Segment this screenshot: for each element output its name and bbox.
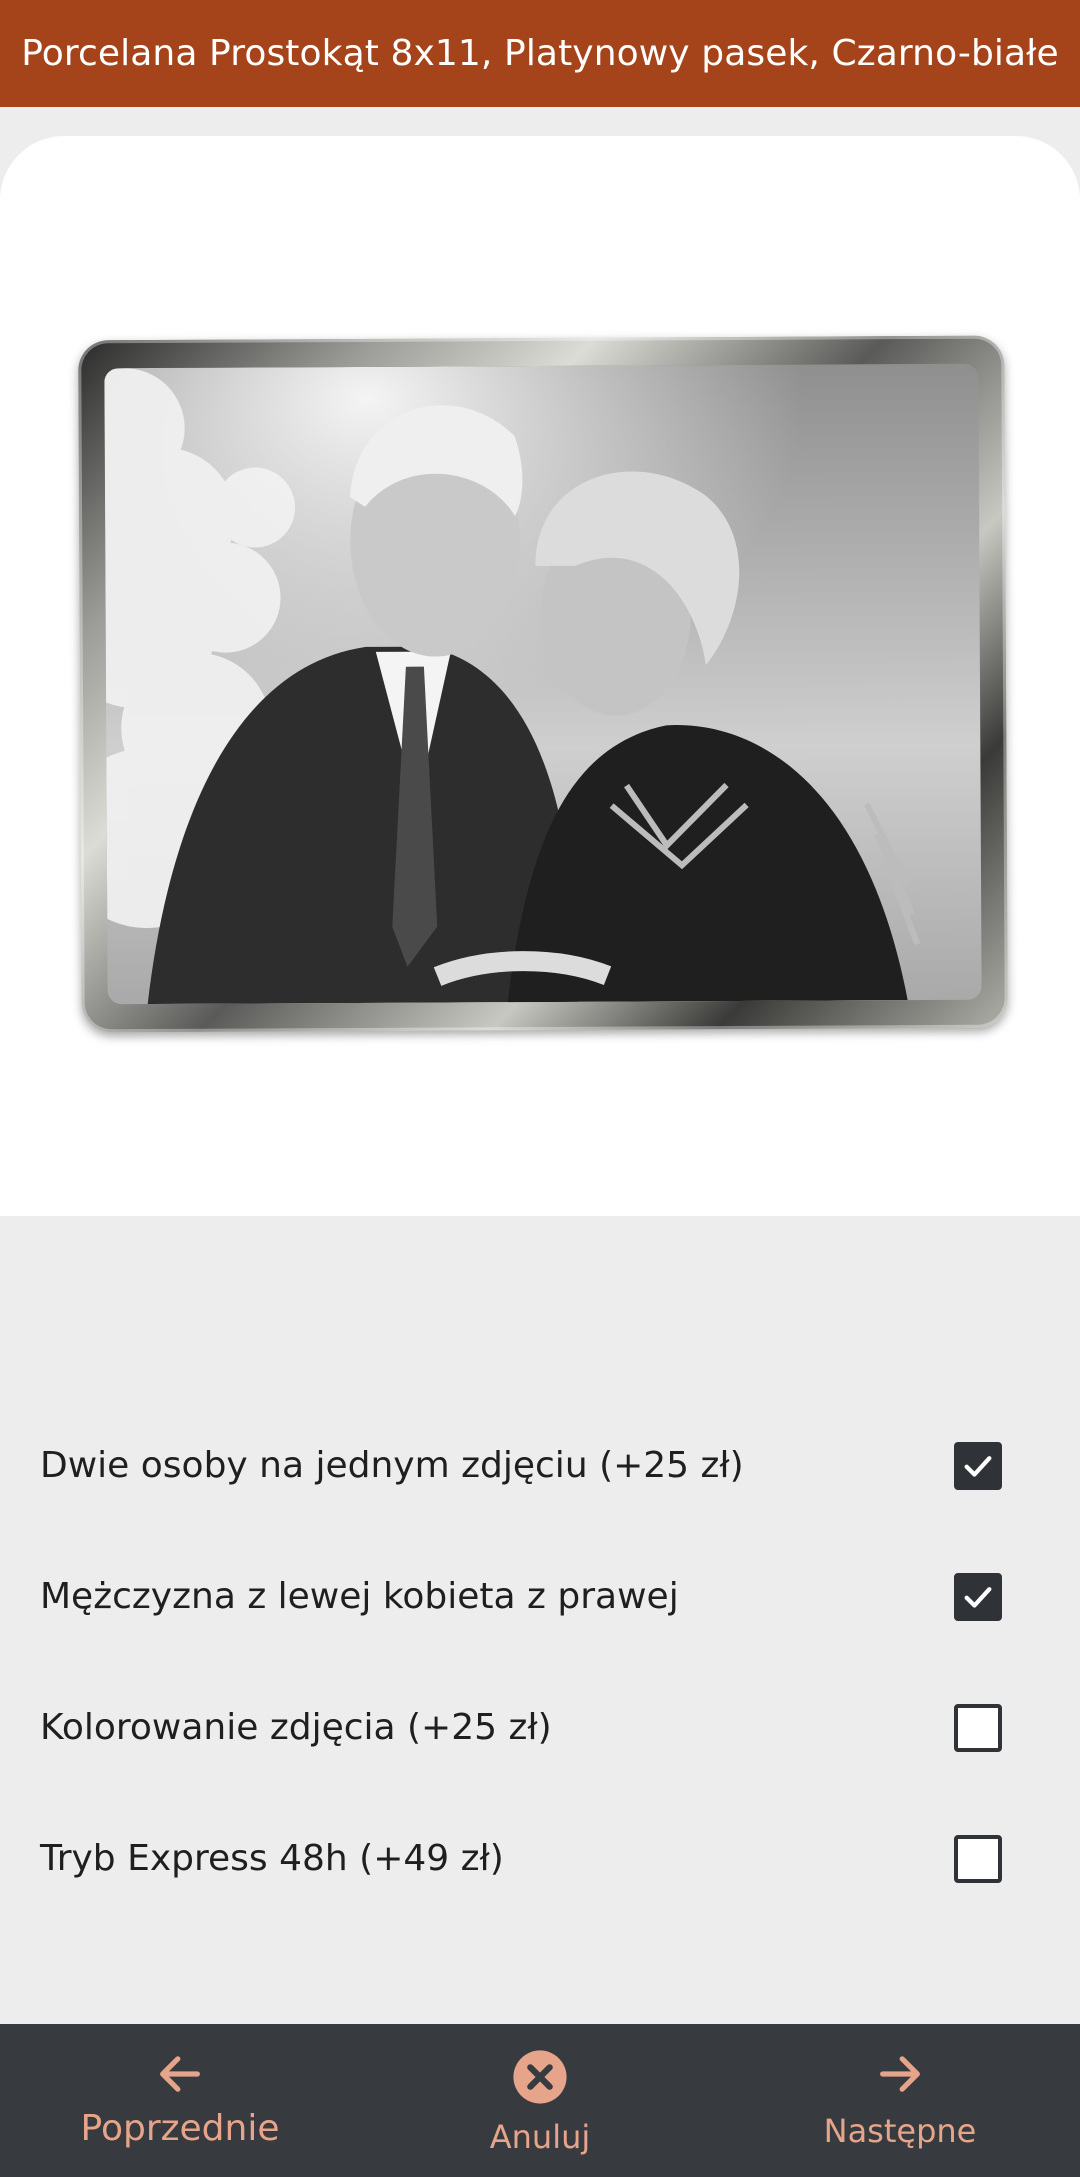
- photo-frame: [78, 335, 1008, 1033]
- option-label: Mężczyzna z lewej kobieta z prawej: [40, 1576, 679, 1617]
- cancel-button[interactable]: Anuluj: [440, 2024, 640, 2177]
- option-two-people[interactable]: Dwie osoby na jednym zdjęciu (+25 zł): [0, 1400, 1080, 1531]
- checkbox-express[interactable]: [954, 1834, 1002, 1883]
- option-label: Tryb Express 48h (+49 zł): [40, 1838, 504, 1879]
- app-bar: Porcelana Prostokąt 8x11, Platynowy pase…: [0, 0, 1080, 107]
- arrow-left-icon: [160, 2056, 200, 2092]
- previous-label: Poprzednie: [80, 2108, 280, 2149]
- page-title: Porcelana Prostokąt 8x11, Platynowy pase…: [21, 33, 1059, 74]
- options-list: Dwie osoby na jednym zdjęciu (+25 zł) Mę…: [0, 1400, 1080, 1924]
- checkmark-icon: [964, 1586, 992, 1608]
- option-express[interactable]: Tryb Express 48h (+49 zł): [0, 1793, 1080, 1924]
- portrait-photo: [104, 363, 982, 1005]
- checkmark-icon: [964, 1455, 992, 1477]
- arrow-right-icon: [880, 2056, 920, 2092]
- checkbox-colorization[interactable]: [954, 1703, 1002, 1752]
- previous-button[interactable]: Poprzednie: [40, 2024, 320, 2177]
- next-button[interactable]: Następne: [780, 2024, 1020, 2177]
- checkbox-man-left-woman-right[interactable]: [954, 1572, 1002, 1621]
- cancel-label: Anuluj: [489, 2118, 591, 2156]
- checkbox-two-people[interactable]: [954, 1441, 1002, 1490]
- photo-icon: [104, 363, 982, 1005]
- bottom-navigation: Poprzednie Anuluj Następne: [0, 2024, 1080, 2177]
- option-label: Dwie osoby na jednym zdjęciu (+25 zł): [40, 1445, 744, 1486]
- close-circle-icon: [513, 2050, 567, 2104]
- option-man-left-woman-right[interactable]: Mężczyzna z lewej kobieta z prawej: [0, 1531, 1080, 1662]
- option-colorization[interactable]: Kolorowanie zdjęcia (+25 zł): [0, 1662, 1080, 1793]
- option-label: Kolorowanie zdjęcia (+25 zł): [40, 1707, 552, 1748]
- next-label: Następne: [823, 2112, 977, 2150]
